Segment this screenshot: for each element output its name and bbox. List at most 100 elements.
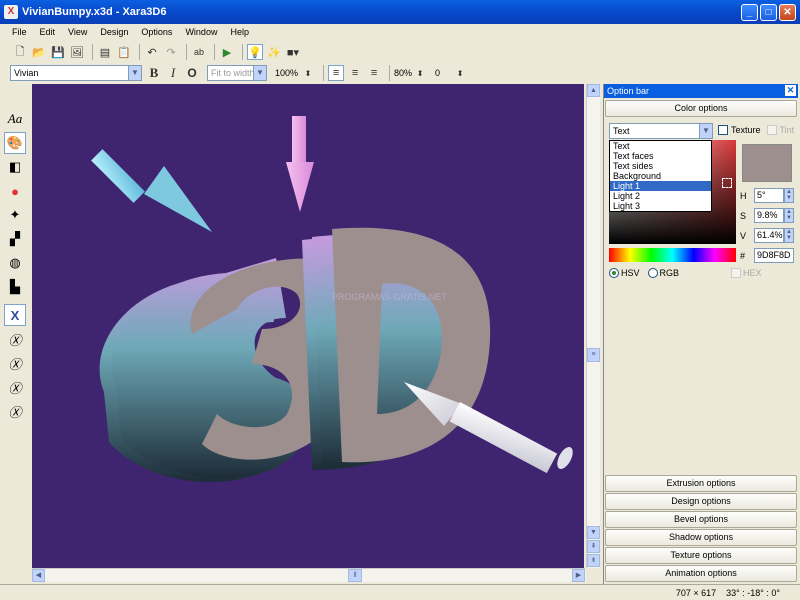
play-icon[interactable]: ▶ xyxy=(219,44,235,60)
hsv-radio[interactable] xyxy=(609,268,619,278)
toolbar-separator xyxy=(139,44,140,60)
hscroll-thumb[interactable]: ⦀ xyxy=(348,569,362,582)
dropdown-item-background[interactable]: Background xyxy=(610,171,711,181)
light-bulb-icon[interactable]: 💡 xyxy=(247,44,263,60)
char-spacing-spinner-icon[interactable]: ⬍ xyxy=(452,65,468,81)
star-tool-icon[interactable]: ✦ xyxy=(4,204,26,226)
new-file-icon[interactable]: 🗋 xyxy=(12,44,28,60)
font-select[interactable]: Vivian ▼ xyxy=(10,65,142,81)
color-target-dropdown: Text Text faces Text sides Background Li… xyxy=(609,140,712,212)
minimize-button[interactable]: _ xyxy=(741,4,758,21)
align-center-icon[interactable]: ≡ xyxy=(347,65,363,81)
chevron-down-icon[interactable]: ▼ xyxy=(128,66,141,80)
hue-input[interactable]: 5° xyxy=(754,188,784,203)
saturation-input[interactable]: 9.8% xyxy=(754,208,784,223)
page-down-icon[interactable]: ⇟ xyxy=(587,554,600,567)
align-right-icon[interactable]: ≡ xyxy=(366,65,382,81)
design-viewport[interactable]: PROGRAMAS-GRATIS.NET xyxy=(32,84,584,568)
saturation-spinner-icon[interactable]: ▲ ▼ xyxy=(784,208,794,223)
panel-title-text: Option bar xyxy=(607,86,650,96)
menu-options[interactable]: Options xyxy=(141,27,172,37)
watermark: PROGRAMAS-GRATIS.NET xyxy=(332,292,447,302)
fit-select[interactable]: Fit to width ▼ xyxy=(207,65,267,81)
horizontal-scrollbar[interactable]: ◀ ⦀ ▶ xyxy=(32,568,586,582)
color-tool-icon[interactable]: 🎨 xyxy=(4,132,26,154)
sphere-tool-icon[interactable]: ● xyxy=(4,180,26,202)
menu-edit[interactable]: Edit xyxy=(40,27,56,37)
hue-slider[interactable] xyxy=(609,248,736,262)
export-icon[interactable]: 🖼 xyxy=(69,44,85,60)
zoom-spinner-icon[interactable]: ⬍ xyxy=(300,65,316,81)
line-spacing-spinner-icon[interactable]: ⬍ xyxy=(412,65,428,81)
menu-window[interactable]: Window xyxy=(185,27,217,37)
shadow-options-button[interactable]: Shadow options xyxy=(605,529,797,546)
dropdown-item-text-faces[interactable]: Text faces xyxy=(610,151,711,161)
bevel-options-button[interactable]: Bevel options xyxy=(605,511,797,528)
line-spacing-value: 80% xyxy=(394,68,413,78)
outline-icon[interactable]: O xyxy=(184,65,200,81)
scroll-left-icon[interactable]: ◀ xyxy=(32,569,45,582)
rgb-radio[interactable] xyxy=(647,268,658,278)
extrusion-options-button[interactable]: Extrusion options xyxy=(605,475,797,492)
color-target-select[interactable]: Text ▼ xyxy=(609,123,713,139)
page-up-icon[interactable]: ⇞ xyxy=(587,540,600,553)
dropdown-item-light-1[interactable]: Light 1 xyxy=(610,181,711,191)
hue-spinner-icon[interactable]: ▲ ▼ xyxy=(784,188,794,203)
texture-options-button[interactable]: Texture options xyxy=(605,547,797,564)
wand-icon[interactable]: ✨ xyxy=(266,44,282,60)
align-left-icon[interactable]: ≡ xyxy=(328,65,345,81)
shadow-tool-icon[interactable]: ▙ xyxy=(4,276,26,298)
chevron-down-icon[interactable]: ▼ xyxy=(699,124,712,138)
title-bar: X VivianBumpy.x3d - Xara3D6 _ □ ✕ xyxy=(0,0,800,24)
scroll-thumb[interactable]: ≡ xyxy=(587,348,600,362)
italic-icon[interactable]: I xyxy=(165,65,181,81)
redo-icon[interactable]: ↷ xyxy=(163,44,179,60)
dropdown-item-light-2[interactable]: Light 2 xyxy=(610,191,711,201)
color-picker-marker[interactable] xyxy=(722,178,732,188)
animation-x-icon[interactable]: X xyxy=(4,304,26,326)
tint-checkbox[interactable] xyxy=(766,125,777,135)
spell-icon[interactable]: ab xyxy=(191,44,207,60)
menu-help[interactable]: Help xyxy=(230,27,249,37)
shape-tool-icon[interactable]: ▞ xyxy=(4,228,26,250)
animation-x4-icon[interactable]: Ⓧ xyxy=(4,376,26,398)
open-file-icon[interactable]: 📂 xyxy=(31,44,47,60)
texture-tool-icon[interactable]: ◍ xyxy=(4,252,26,274)
menu-view[interactable]: View xyxy=(68,27,87,37)
undo-icon[interactable]: ↶ xyxy=(144,44,160,60)
dropdown-item-light-3[interactable]: Light 3 xyxy=(610,201,711,211)
scroll-down-icon[interactable]: ▼ xyxy=(587,526,600,539)
animation-options-button[interactable]: Animation options xyxy=(605,565,797,582)
properties-icon[interactable]: ▤ xyxy=(97,44,113,60)
texture-checkbox[interactable] xyxy=(718,125,728,135)
bold-icon[interactable]: B xyxy=(146,65,162,81)
animation-x3-icon[interactable]: Ⓧ xyxy=(4,352,26,374)
vertical-scrollbar[interactable]: ▲ ≡ ▼ ⇞ ⇟ xyxy=(586,84,600,568)
clipboard-icon[interactable]: 📋 xyxy=(116,44,132,60)
text-tool-icon[interactable]: Aa xyxy=(4,108,26,130)
animation-x2-icon[interactable]: Ⓧ xyxy=(4,328,26,350)
menu-file[interactable]: File xyxy=(12,27,27,37)
frame-icon[interactable]: ■▾ xyxy=(285,44,301,60)
scroll-right-icon[interactable]: ▶ xyxy=(572,569,585,582)
chevron-down-icon[interactable]: ▼ xyxy=(253,66,266,80)
animation-x5-icon[interactable]: Ⓧ xyxy=(4,400,26,422)
value-input[interactable]: 61.4% xyxy=(754,228,784,243)
menu-design[interactable]: Design xyxy=(100,27,128,37)
close-icon[interactable]: ✕ xyxy=(785,85,796,96)
light-arrow-pink[interactable] xyxy=(286,116,314,212)
text-toolbar: Vivian ▼ B I O Fit to width ▼ 100% ⬍ ≡ ≡… xyxy=(0,63,800,83)
maximize-button[interactable]: □ xyxy=(760,4,777,21)
hex-checkbox[interactable] xyxy=(731,268,742,278)
dropdown-item-text[interactable]: Text xyxy=(610,141,711,151)
value-spinner-icon[interactable]: ▲ ▼ xyxy=(784,228,794,243)
design-options-button[interactable]: Design options xyxy=(605,493,797,510)
light-arrow-blue[interactable] xyxy=(91,149,212,232)
extrude-tool-icon[interactable]: ◧ xyxy=(4,156,26,178)
dropdown-item-text-sides[interactable]: Text sides xyxy=(610,161,711,171)
close-button[interactable]: ✕ xyxy=(779,4,796,21)
hex-input[interactable]: 9D8F8D xyxy=(754,248,794,263)
save-icon[interactable]: 💾 xyxy=(50,44,66,60)
color-options-button[interactable]: Color options xyxy=(605,100,797,117)
scroll-up-icon[interactable]: ▲ xyxy=(587,84,600,97)
